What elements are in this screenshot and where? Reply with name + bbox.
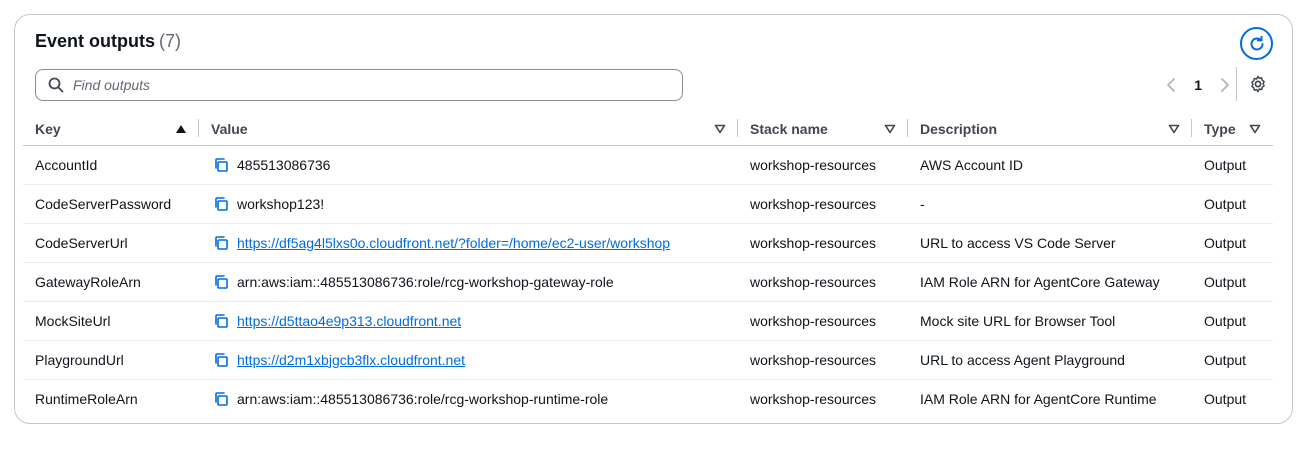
preferences-button[interactable] (1248, 74, 1268, 94)
cell-key: RuntimeRoleArn (35, 390, 138, 407)
value-link[interactable]: https://df5ag4l5lxs0o.cloudfront.net/?fo… (237, 235, 670, 251)
table-row: MockSiteUrl https://d5ttao4e9p313.cloudf… (23, 301, 1273, 341)
cell-key: PlaygroundUrl (23, 340, 199, 380)
cell-key: CodeServerUrl (23, 223, 199, 263)
cell-key: MockSiteUrl (23, 301, 199, 341)
cell-description: Mock site URL for Browser Tool (908, 301, 1192, 341)
event-outputs-panel: Event outputs(7) 1 (14, 14, 1293, 424)
table-row: CodeServerUrl https://df5ag4l5lxs0o.clou… (23, 223, 1273, 263)
next-page-button[interactable] (1218, 75, 1232, 95)
value-text: 485513086736 (237, 156, 331, 173)
cell-type: Output (1204, 390, 1247, 407)
copy-icon (215, 352, 228, 367)
value-link[interactable]: https://d5ttao4e9p313.cloudfront.net (237, 313, 461, 329)
copy-button[interactable] (211, 389, 231, 409)
output-count: (7) (159, 31, 181, 51)
column-header-type[interactable]: Type (1192, 113, 1273, 146)
cell-type: Output (1192, 184, 1273, 224)
cell-type: Output (1192, 301, 1273, 341)
copy-icon (215, 157, 228, 172)
table-header-row: Key Value Stack name Description Type (23, 113, 1273, 146)
value-text: workshop123! (237, 195, 325, 212)
column-label: Stack name (750, 120, 828, 137)
chevron-left-icon (1167, 78, 1176, 92)
search-icon (48, 77, 64, 93)
table-row: RuntimeRoleArn arn:aws:iam::485513086736… (23, 379, 1273, 418)
cell-type: Output (1192, 223, 1273, 263)
pagination: 1 (1164, 72, 1232, 98)
panel-title: Event outputs (7) (35, 31, 181, 52)
sort-descending-icon (1168, 124, 1180, 134)
panel-title-text: Event outputs (35, 31, 155, 51)
copy-button[interactable] (211, 233, 231, 253)
refresh-icon (1250, 35, 1263, 50)
table-row: GatewayRoleArn arn:aws:iam::485513086736… (23, 262, 1273, 302)
cell-value: arn:aws:iam::485513086736:role/rcg-works… (199, 379, 738, 418)
cell-value: workshop123! (199, 184, 738, 224)
cell-description: IAM Role ARN for AgentCore Gateway (908, 262, 1192, 302)
copy-icon (215, 235, 228, 250)
column-header-description[interactable]: Description (908, 113, 1192, 146)
copy-icon (215, 391, 228, 406)
cell-type: Output (1192, 262, 1273, 302)
cell-value: 485513086736 (199, 145, 738, 185)
copy-icon (215, 313, 228, 328)
copy-button[interactable] (211, 311, 231, 331)
table-row: AccountId 485513086736 workshop-resource… (23, 145, 1273, 185)
column-label: Value (211, 120, 248, 137)
cell-description: AWS Account ID (908, 145, 1192, 185)
search-field[interactable] (35, 69, 683, 101)
value-text: arn:aws:iam::485513086736:role/rcg-works… (237, 273, 614, 290)
table-row: CodeServerPassword workshop123! workshop… (23, 184, 1273, 224)
cell-stack-name: workshop-resources (738, 223, 908, 263)
cell-description: URL to access VS Code Server (908, 223, 1192, 263)
copy-button[interactable] (211, 272, 231, 292)
previous-page-button[interactable] (1164, 75, 1178, 95)
cell-key: AccountId (23, 145, 199, 185)
cell-value: arn:aws:iam::485513086736:role/rcg-works… (199, 262, 738, 302)
sort-descending-icon (1249, 124, 1261, 134)
cell-stack-name: workshop-resources (738, 145, 908, 185)
table-row: PlaygroundUrl https://d2m1xbjgcb3flx.clo… (23, 340, 1273, 380)
pager-divider (1236, 67, 1237, 101)
copy-button[interactable] (211, 350, 231, 370)
refresh-button[interactable] (1240, 27, 1273, 60)
value-text: arn:aws:iam::485513086736:role/rcg-works… (237, 390, 609, 407)
cell-type: Output (1192, 340, 1273, 380)
sort-ascending-icon (176, 124, 186, 133)
cell-key: CodeServerPassword (23, 184, 199, 224)
column-label: Key (35, 120, 61, 137)
cell-type: Output (1192, 145, 1273, 185)
search-input[interactable] (73, 77, 653, 93)
cell-stack-name: workshop-resources (738, 301, 908, 341)
cell-stack-name: workshop-resources (738, 340, 908, 380)
copy-icon (215, 196, 228, 211)
chevron-right-icon (1221, 78, 1229, 92)
cell-description: - (908, 184, 1192, 224)
cell-stack-name: workshop-resources (738, 184, 908, 224)
cell-stack-name: workshop-resources (738, 262, 908, 302)
sort-descending-icon (884, 124, 896, 134)
column-label: Description (920, 120, 998, 137)
copy-button[interactable] (211, 194, 231, 214)
column-header-key[interactable]: Key (23, 113, 199, 146)
column-label: Type (1204, 120, 1236, 137)
outputs-table: Key Value Stack name Description Type Ac… (23, 113, 1273, 418)
cell-value: https://d2m1xbjgcb3flx.cloudfront.net (199, 340, 738, 380)
column-header-value[interactable]: Value (199, 113, 738, 146)
cell-key: GatewayRoleArn (23, 262, 199, 302)
value-link[interactable]: https://d2m1xbjgcb3flx.cloudfront.net (237, 352, 465, 368)
cell-description: IAM Role ARN for AgentCore Runtime (920, 390, 1157, 407)
current-page-number[interactable]: 1 (1192, 77, 1204, 93)
gear-icon (1251, 75, 1265, 93)
cell-value: https://df5ag4l5lxs0o.cloudfront.net/?fo… (199, 223, 738, 263)
cell-description: URL to access Agent Playground (908, 340, 1192, 380)
column-header-stack-name[interactable]: Stack name (738, 113, 908, 146)
cell-value: https://d5ttao4e9p313.cloudfront.net (199, 301, 738, 341)
sort-descending-icon (714, 124, 726, 134)
copy-button[interactable] (211, 155, 231, 175)
cell-stack-name: workshop-resources (750, 390, 877, 407)
copy-icon (215, 274, 228, 289)
